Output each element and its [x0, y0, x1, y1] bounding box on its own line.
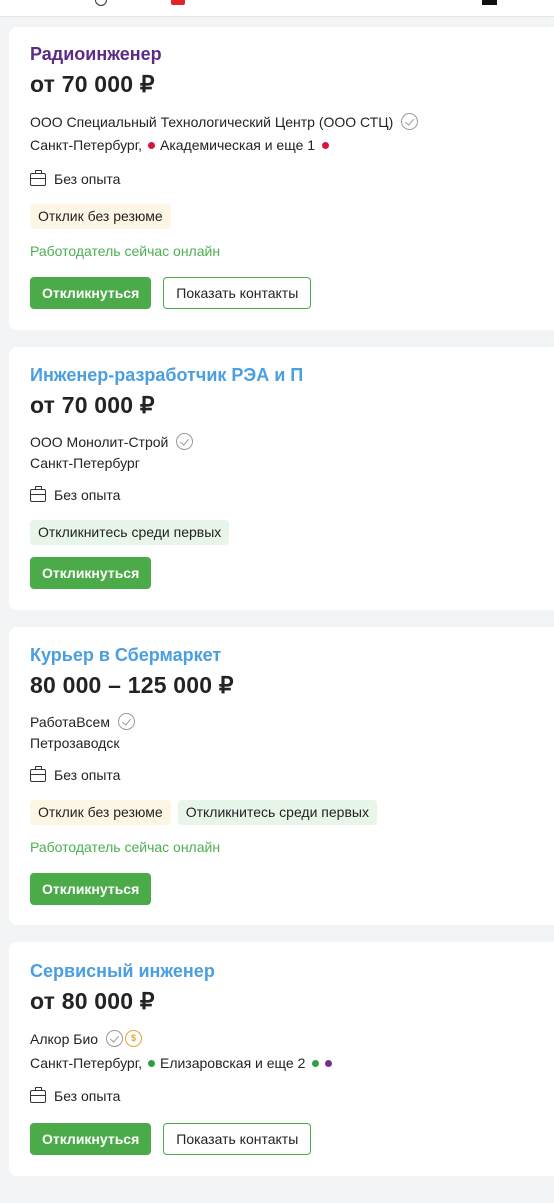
vacancy-card: Инженер-разработчик РЭА и П от 70 000 ₽ …	[9, 347, 554, 610]
experience-label: Без опыта	[54, 487, 121, 503]
city-label: Санкт-Петербург,	[30, 1055, 142, 1071]
verified-check-icon	[401, 113, 419, 130]
experience-label: Без опыта	[54, 171, 121, 187]
experience-label: Без опыта	[54, 1088, 121, 1104]
vacancy-salary: от 70 000 ₽	[30, 71, 155, 97]
briefcase-icon	[30, 765, 46, 782]
company-label: РаботаВсем	[30, 713, 110, 730]
vacancy-actions: Откликнуться	[30, 873, 152, 905]
vacancy-actions: Откликнуться Показать контакты	[30, 277, 312, 309]
metro-line-icon	[322, 141, 330, 149]
city-label: Санкт-Петербург,	[30, 137, 142, 153]
vacancy-location: Петрозаводск	[30, 735, 119, 751]
metro-line-icon	[325, 1059, 333, 1067]
vacancy-title[interactable]: Радиоинженер	[30, 44, 162, 65]
vacancy-location: Санкт-Петербург, Академическая и еще 1	[30, 137, 330, 153]
company-name[interactable]: Алкор Био $	[30, 1030, 143, 1047]
metro-line-icon	[147, 141, 155, 149]
tag-no-resume: Отклик без резюме	[30, 204, 171, 229]
employer-online-status: Работодатель сейчас онлайн	[30, 839, 221, 855]
respond-button[interactable]: Откликнуться	[30, 1123, 152, 1155]
company-name[interactable]: РаботаВсем	[30, 713, 135, 730]
verified-check-icon	[117, 713, 135, 730]
vacancy-card: Сервисный инженер от 80 000 ₽ Алкор Био …	[9, 942, 554, 1176]
vacancy-salary: от 80 000 ₽	[30, 988, 155, 1014]
company-label: ООО Специальный Технологический Центр (О…	[30, 113, 394, 130]
company-name[interactable]: ООО Специальный Технологический Центр (О…	[30, 113, 419, 130]
brand-icon[interactable]	[171, 0, 185, 5]
vacancy-location: Санкт-Петербург, Елизаровская и еще 2	[30, 1055, 333, 1071]
vacancy-tags: Отклик без резюме Откликнитесь среди пер…	[30, 800, 377, 825]
vacancy-salary: от 70 000 ₽	[30, 392, 155, 418]
company-label: ООО Монолит-Строй	[30, 433, 169, 450]
show-contacts-button[interactable]: Показать контакты	[163, 277, 312, 309]
vacancy-location: Санкт-Петербург	[30, 455, 140, 471]
tag-respond-first: Откликнитесь среди первых	[177, 800, 377, 825]
experience-info: Без опыта	[30, 485, 121, 503]
show-contacts-button[interactable]: Показать контакты	[163, 1123, 312, 1155]
metro-line-icon	[147, 1059, 155, 1067]
company-name[interactable]: ООО Монолит-Строй	[30, 433, 194, 450]
toolbar-icon[interactable]	[95, 0, 107, 6]
vacancy-actions: Откликнуться Показать контакты	[30, 1123, 312, 1155]
experience-info: Без опыта	[30, 765, 121, 783]
verified-check-icon	[176, 433, 194, 450]
vacancy-card: Радиоинженер от 70 000 ₽ ООО Специальный…	[9, 27, 554, 330]
verified-check-icon	[106, 1030, 124, 1047]
vacancy-card: Курьер в Сбермаркет 80 000 – 125 000 ₽ Р…	[9, 627, 554, 925]
vacancy-actions: Откликнуться	[30, 557, 152, 589]
vacancy-title[interactable]: Инженер-разработчик РЭА и П	[30, 365, 303, 386]
vacancy-title[interactable]: Сервисный инженер	[30, 961, 215, 982]
city-label: Петрозаводск	[30, 735, 120, 751]
vacancy-title[interactable]: Курьер в Сбермаркет	[30, 645, 221, 666]
experience-info: Без опыта	[30, 169, 121, 187]
accredited-coin-icon: $	[125, 1030, 143, 1047]
respond-button[interactable]: Откликнуться	[30, 277, 152, 309]
metro-label: Академическая и еще 1	[159, 137, 316, 153]
respond-button[interactable]: Откликнуться	[30, 557, 152, 589]
briefcase-icon	[30, 485, 46, 502]
tag-respond-first: Откликнитесь среди первых	[30, 520, 230, 545]
experience-info: Без опыта	[30, 1086, 121, 1104]
city-label: Санкт-Петербург	[30, 455, 140, 471]
respond-button[interactable]: Откликнуться	[30, 873, 152, 905]
top-toolbar-strip	[0, 0, 554, 17]
company-label: Алкор Био	[30, 1030, 99, 1047]
metro-label: Елизаровская и еще 2	[159, 1055, 306, 1071]
experience-label: Без опыта	[54, 767, 121, 783]
briefcase-icon	[30, 1086, 46, 1103]
employer-online-status: Работодатель сейчас онлайн	[30, 243, 221, 259]
vacancy-tags: Откликнитесь среди первых	[30, 520, 230, 545]
briefcase-icon	[30, 169, 46, 186]
vacancy-tags: Отклик без резюме	[30, 204, 171, 229]
tag-no-resume: Отклик без резюме	[30, 800, 171, 825]
menu-icon[interactable]	[482, 0, 497, 5]
metro-line-icon	[312, 1059, 320, 1067]
vacancy-salary: 80 000 – 125 000 ₽	[30, 672, 234, 698]
